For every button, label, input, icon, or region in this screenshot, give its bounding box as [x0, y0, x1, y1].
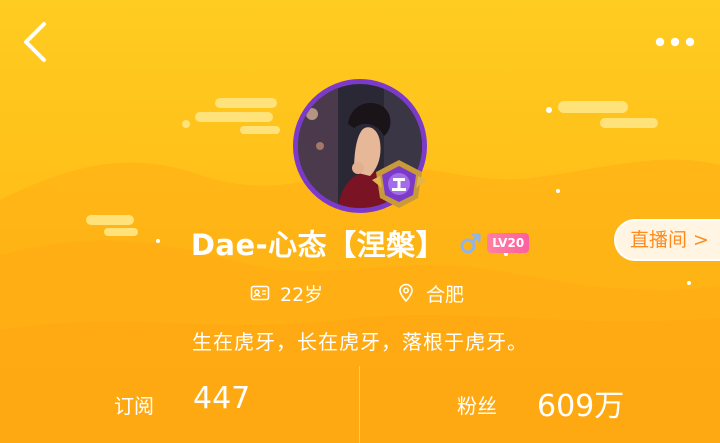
city-text: 合肥 — [426, 283, 465, 306]
bio-text: 生在虎牙，长在虎牙，落根于虎牙。 — [192, 330, 528, 354]
more-dots-icon — [655, 37, 695, 47]
fans-label[interactable]: 粉丝 — [457, 390, 497, 419]
purple-crest-icon — [372, 160, 426, 208]
location-pin-icon — [399, 283, 413, 303]
subscriptions-count[interactable]: 447 — [193, 381, 250, 416]
profile-info-row: 22岁 合肥 — [0, 278, 720, 308]
chevron-left-icon — [24, 22, 46, 62]
subscriptions-label[interactable]: 订阅 — [114, 390, 154, 419]
fans-count[interactable]: 609万 — [537, 381, 624, 425]
back-button[interactable] — [18, 20, 58, 64]
live-room-button[interactable]: 直播间 > — [614, 219, 720, 261]
username: Dae-心态【涅槃】 — [190, 228, 446, 262]
name-row: Dae-心态【涅槃】 LV20 — [150, 222, 570, 264]
id-card-icon — [250, 285, 270, 301]
stats-row: 订阅 447 粉丝 609万 — [0, 366, 720, 443]
level-badge: LV20 — [487, 233, 530, 253]
age-text: 22岁 — [280, 283, 324, 306]
profile-screen: Dae-心态【涅槃】 LV20 直播间 > 22岁 合肥 生在虎牙，长在虎牙，落… — [0, 0, 720, 443]
male-icon — [460, 233, 481, 254]
more-options-button[interactable] — [650, 28, 702, 58]
stats-divider — [359, 366, 360, 443]
city-info: 合肥 — [396, 278, 464, 308]
age-info: 22岁 — [250, 278, 323, 308]
